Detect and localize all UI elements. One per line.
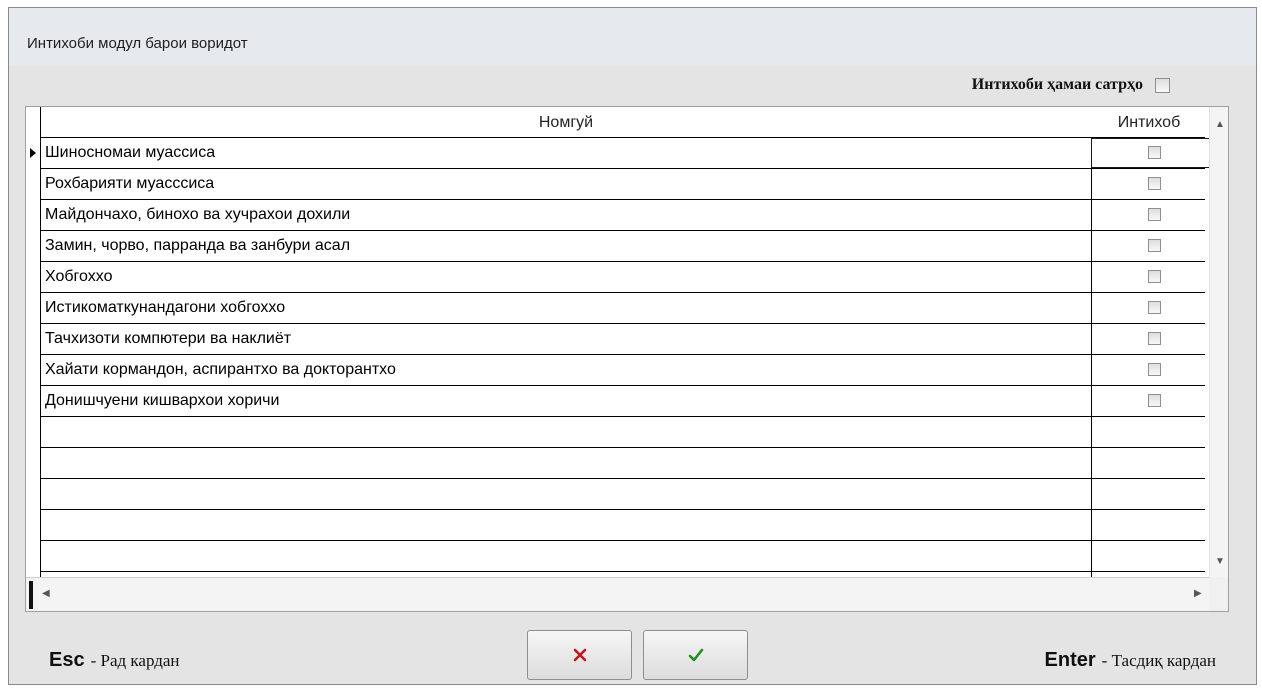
window-client-area: Интихоби ҳамаи сатрҳо Номгуй Интихоб Шинос… [9, 66, 1256, 684]
grid-row-line [41, 447, 1205, 448]
cancel-button[interactable] [527, 630, 632, 680]
grid-row-line [41, 199, 1205, 200]
row-select-checkbox[interactable] [1148, 363, 1161, 376]
row-select-checkbox[interactable] [1148, 332, 1161, 345]
scroll-up-arrow-icon[interactable]: ▲ [1215, 119, 1225, 130]
grid-row-line [41, 478, 1205, 479]
row-select-checkbox[interactable] [1148, 208, 1161, 221]
select-all-checkbox[interactable] [1155, 77, 1170, 93]
record-selector-mark [29, 581, 33, 609]
enter-action-label: - Тасдиқ кардан [1101, 651, 1216, 670]
vertical-scrollbar[interactable]: ▲ ▼ [1209, 107, 1228, 577]
grid-row-line [41, 509, 1205, 510]
esc-hint: Esc - Рад кардан [49, 649, 180, 672]
module-name-cell[interactable]: Хобгоххо [45, 268, 112, 286]
grid-row-line [41, 385, 1205, 386]
grid-row-line [41, 137, 1205, 138]
modules-grid: Номгуй Интихоб Шиносномаи муассиса Рохбария… [25, 106, 1229, 612]
row-select-checkbox[interactable] [1148, 270, 1161, 283]
module-name-cell[interactable]: Донишчуени кишвархои хоричи [45, 392, 279, 410]
scroll-right-arrow-icon[interactable]: ▶ [1194, 588, 1202, 599]
x-icon [573, 648, 586, 662]
module-name-cell[interactable]: Майдончахо, бинохо ва хучрахои дохили [45, 206, 350, 224]
grid-row-line [41, 416, 1205, 417]
row-select-checkbox[interactable] [1148, 146, 1161, 159]
window-title: Интихоби модул барои воридот [27, 35, 248, 52]
row-select-checkbox[interactable] [1148, 177, 1161, 190]
row-select-checkbox[interactable] [1148, 301, 1161, 314]
enter-hint: Enter - Тасдиқ кардан [1045, 649, 1216, 672]
scroll-left-arrow-icon[interactable]: ◀ [42, 588, 50, 599]
module-name-cell[interactable]: Тачхизоти компютери ва наклиёт [45, 330, 291, 348]
grid-row-line [41, 540, 1205, 541]
footer-bar: Esc - Рад кардан Enter - Тасдиқ кардан [9, 612, 1256, 686]
grid-row-line [41, 292, 1205, 293]
grid-row-line [41, 323, 1205, 324]
column-header-name[interactable]: Номгуй [41, 107, 1091, 138]
confirm-button[interactable] [643, 630, 748, 680]
title-bar: Интихоби модул барои воридот [9, 8, 1256, 66]
grid-row-line [41, 168, 1205, 169]
column-header-select[interactable]: Интихоб [1092, 107, 1206, 138]
esc-action-label: - Рад кардан [90, 651, 180, 670]
current-row-pointer-icon [30, 148, 36, 158]
grid-column-line [1091, 137, 1092, 600]
grid-row-line [41, 354, 1205, 355]
module-name-cell[interactable]: Истикоматкунандагони хобгоххо [45, 299, 285, 317]
row-select-checkbox[interactable] [1148, 394, 1161, 407]
grid-row-line [41, 261, 1205, 262]
scrollbar-corner [1209, 577, 1228, 611]
grid-row-line [41, 230, 1205, 231]
check-icon [688, 648, 703, 662]
module-select-window: Интихоби модул барои воридот Интихоби ҳа… [8, 7, 1257, 685]
row-select-checkbox[interactable] [1148, 239, 1161, 252]
enter-key-label: Enter [1044, 649, 1096, 671]
horizontal-scrollbar[interactable]: ◀ ▶ [26, 577, 1210, 611]
row-indicator-column [26, 107, 41, 601]
select-all-rows[interactable]: Интихоби ҳамаи сатрҳо [972, 75, 1170, 95]
module-name-cell[interactable]: Хайати кормандон, аспирантхо ва докторан… [45, 361, 396, 379]
module-name-cell[interactable]: Замин, чорво, парранда ва занбури асал [45, 237, 350, 255]
grid-row-line [41, 571, 1205, 572]
module-name-cell[interactable]: Рохбарияти муасссиса [45, 175, 214, 193]
module-name-cell[interactable]: Шиносномаи муассиса [45, 144, 215, 162]
select-all-label: Интихоби ҳамаи сатрҳо [971, 76, 1143, 93]
esc-key-label: Esc [49, 649, 85, 671]
scroll-down-arrow-icon[interactable]: ▼ [1215, 556, 1225, 567]
